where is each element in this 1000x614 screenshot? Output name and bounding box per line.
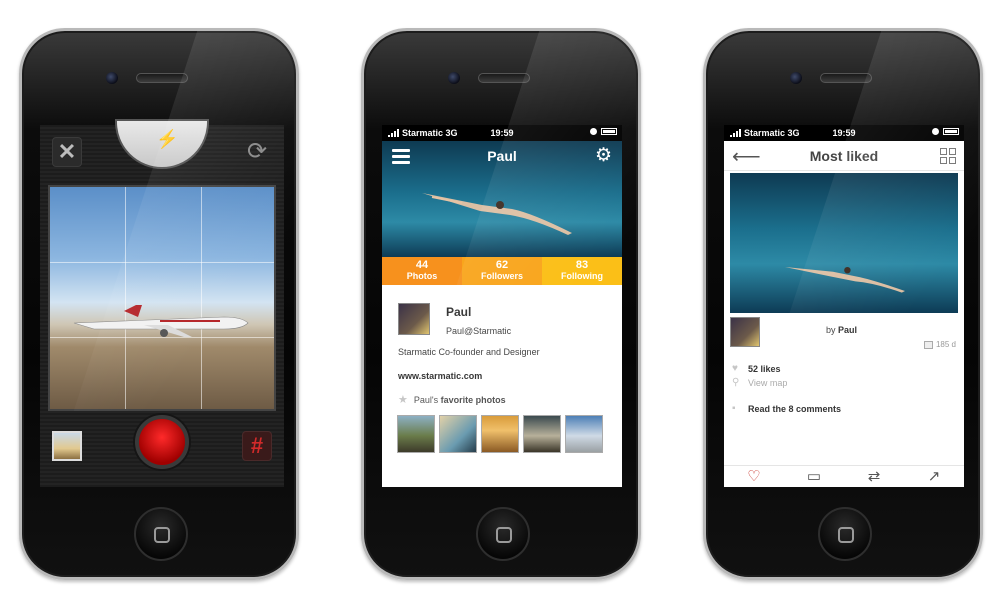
stat-label: Followers — [480, 271, 523, 281]
menu-icon[interactable] — [392, 149, 410, 167]
shutter-button[interactable] — [135, 415, 189, 469]
status-bar: Starmatic 3G 19:59 — [382, 125, 622, 141]
front-camera — [790, 72, 802, 84]
home-button[interactable] — [818, 507, 872, 561]
favorite-photos-link[interactable]: ★ Paul's favorite photos — [398, 393, 506, 406]
battery-icon — [601, 128, 617, 135]
photo-thumbnail[interactable] — [397, 415, 435, 453]
photo-age-text: 185 d — [935, 340, 956, 349]
profile-nav-bar: Paul ⚙ — [382, 141, 622, 171]
view-map-text: View map — [748, 377, 788, 388]
view-map-link[interactable]: ⚲ View map — [732, 377, 787, 388]
status-time: 19:59 — [832, 128, 856, 138]
grid-view-icon[interactable] — [940, 148, 956, 164]
stat-count: 44 — [415, 259, 429, 271]
likes-count[interactable]: ♥ 52 likes — [732, 363, 781, 374]
stat-following[interactable]: 83 Following — [542, 257, 622, 285]
front-camera — [448, 72, 460, 84]
grid-line — [201, 187, 202, 409]
close-icon: ✕ — [57, 139, 77, 164]
airplane-image — [73, 305, 249, 337]
profile-website-link[interactable]: www.starmatic.com — [398, 371, 482, 381]
comments-text: Read the 8 comments — [748, 403, 842, 414]
map-pin-icon: ⚲ — [732, 377, 740, 388]
stat-label: Following — [561, 271, 603, 281]
photo-thumbnail[interactable] — [439, 415, 477, 453]
camera-screen: ✕ ⚡ ⟳ # — [40, 119, 284, 487]
status-time: 19:59 — [490, 128, 514, 138]
favorite-photos-strip — [397, 415, 603, 453]
page-title: Most liked — [809, 147, 879, 164]
rotate-camera-icon: ⟳ — [246, 138, 268, 165]
author-name[interactable]: Paul — [838, 325, 857, 335]
earpiece-speaker — [820, 73, 872, 83]
stat-photos[interactable]: 44 Photos — [382, 257, 462, 285]
heart-icon[interactable]: ♡ — [739, 468, 769, 486]
profile-cover: Paul ⚙ — [382, 141, 622, 257]
grid-line — [125, 187, 126, 409]
hash-grid-icon: # — [250, 433, 264, 458]
grid-line — [50, 262, 274, 263]
earpiece-speaker — [136, 73, 188, 83]
most-liked-screen: Starmatic 3G 19:59 ⟵ Most liked by Paul — [724, 125, 964, 487]
swimmer-image — [785, 267, 905, 293]
gear-icon[interactable]: ⚙ — [595, 146, 612, 165]
most-liked-nav-bar: ⟵ Most liked — [724, 141, 964, 171]
earpiece-speaker — [478, 73, 530, 83]
repost-icon[interactable]: ⇄ — [859, 468, 889, 486]
profile-title: Paul — [487, 148, 517, 164]
last-photo-thumbnail[interactable] — [52, 431, 82, 461]
battery-icon — [943, 128, 959, 135]
photo-thumbnail[interactable] — [481, 415, 519, 453]
stat-count: 83 — [575, 259, 589, 271]
action-bar: ♡ ▭ ⇄ ↗ — [724, 465, 964, 487]
profile-screen: Starmatic 3G 19:59 Paul ⚙ 44 Photos 62 F… — [382, 125, 622, 487]
photo-thumbnail[interactable] — [523, 415, 561, 453]
photo-author: by Paul — [826, 325, 857, 335]
profile-stats: 44 Photos 62 Followers 83 Following — [382, 257, 622, 285]
close-button[interactable]: ✕ — [52, 137, 82, 167]
favorites-label: favorite photos — [440, 394, 506, 405]
author-prefix: by — [826, 325, 836, 335]
favorites-owner: Paul's — [413, 394, 439, 405]
likes-text: 52 likes — [748, 363, 781, 374]
home-button[interactable] — [134, 507, 188, 561]
comment-small-icon: ▪ — [732, 403, 736, 414]
orientation-lock-icon — [932, 128, 939, 135]
phone-most-liked: Starmatic 3G 19:59 ⟵ Most liked by Paul — [703, 28, 983, 580]
calendar-icon — [923, 340, 933, 349]
viewfinder[interactable] — [48, 185, 276, 411]
comment-icon[interactable]: ▭ — [799, 468, 829, 486]
stat-label: Photos — [406, 271, 438, 281]
avatar[interactable] — [730, 317, 760, 347]
phone-profile: Starmatic 3G 19:59 Paul ⚙ 44 Photos 62 F… — [361, 28, 641, 580]
photo-age: 185 d — [923, 340, 956, 349]
orientation-lock-icon — [590, 128, 597, 135]
profile-name: Paul — [446, 305, 472, 319]
showcase: ✕ ⚡ ⟳ # Starmatic 3G 19:59 Paul ⚙ 44 Pho… — [0, 0, 1000, 614]
cover-photo — [422, 193, 572, 235]
grid-toggle-button[interactable]: # — [242, 431, 272, 461]
status-bar: Starmatic 3G 19:59 — [724, 125, 964, 141]
profile-details: Paul Paul@Starmatic Starmatic Co-founder… — [382, 285, 622, 487]
lightning-icon: ⚡ — [156, 129, 179, 149]
stat-followers[interactable]: 62 Followers — [462, 257, 542, 285]
avatar[interactable] — [398, 303, 430, 335]
front-camera — [106, 72, 118, 84]
profile-bio: Starmatic Co-founder and Designer — [398, 347, 540, 357]
stat-count: 62 — [495, 259, 509, 271]
photo-meta: by Paul 185 d ♥ 52 likes ⚲ View map ▪ Read … — [724, 313, 964, 433]
comments-link[interactable]: ▪ Read the 8 comments — [732, 403, 841, 414]
flip-camera-button[interactable]: ⟳ — [242, 137, 272, 167]
featured-photo[interactable] — [730, 173, 958, 313]
back-arrow-icon[interactable]: ⟵ — [732, 144, 761, 169]
profile-handle: Paul@Starmatic — [446, 326, 512, 336]
phone-camera: ✕ ⚡ ⟳ # — [19, 28, 299, 580]
home-button[interactable] — [476, 507, 530, 561]
heart-small-icon: ♥ — [732, 363, 738, 374]
photo-thumbnail[interactable] — [565, 415, 603, 453]
star-icon: ★ — [398, 394, 408, 406]
share-icon[interactable]: ↗ — [919, 468, 949, 486]
flash-toggle[interactable]: ⚡ — [115, 119, 209, 169]
